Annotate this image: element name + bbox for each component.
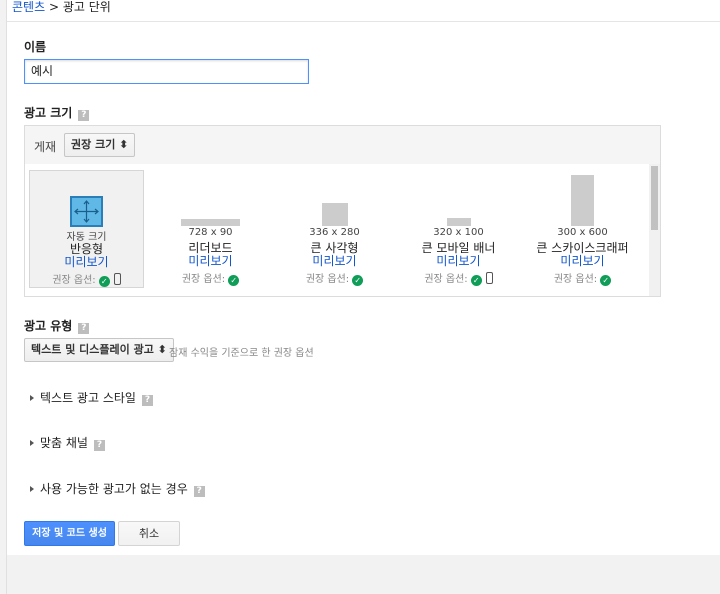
size-option-large-mobile-banner[interactable]: 320 x 100 큰 모바일 배너 미리보기 권장 옵션: ✓: [401, 170, 516, 288]
header-divider: [7, 21, 720, 22]
responsive-resize-icon: [70, 196, 103, 227]
recommended-row: 권장 옵션: ✓: [30, 271, 143, 287]
recommended-label: 권장 옵션:: [181, 274, 226, 285]
ad-type-hint: 잠재 수익을 기준으로 한 권장 옵션: [169, 348, 314, 359]
size-shape-leaderboard: [181, 219, 240, 226]
ad-type-label-text: 광고 유형: [24, 319, 73, 333]
preview-link[interactable]: 미리보기: [401, 252, 516, 269]
recommended-label: 권장 옵션:: [305, 274, 350, 285]
check-icon: ✓: [98, 276, 110, 287]
recommended-row: 권장 옵션: ✓: [525, 270, 640, 286]
ad-type-label: 광고 유형?: [24, 317, 90, 334]
no-ads-fallback-toggle[interactable]: 사용 가능한 광고가 없는 경우?: [30, 480, 205, 497]
custom-channel-toggle[interactable]: 맞춤 채널?: [30, 434, 105, 451]
help-icon[interactable]: ?: [193, 486, 205, 497]
cancel-button[interactable]: 취소: [118, 521, 180, 546]
check-icon: ✓: [228, 275, 240, 286]
size-shape-large-mobile-banner: [447, 218, 471, 226]
help-icon[interactable]: ?: [78, 110, 90, 121]
breadcrumb: 콘텐츠 > 광고 단위: [12, 0, 111, 14]
recommended-row: 권장 옵션: ✓: [401, 270, 516, 286]
check-icon: ✓: [600, 275, 612, 286]
breadcrumb-parent-link[interactable]: 콘텐츠: [12, 0, 45, 14]
size-shape-large-rectangle: [322, 203, 348, 226]
size-filter-select[interactable]: 권장 크기 ⬍: [64, 133, 136, 157]
name-input[interactable]: 예시: [24, 59, 309, 84]
ad-size-options: 자동 크기 반응형 미리보기 권장 옵션: ✓ 728 x 90 리더보드 미리보…: [25, 164, 660, 296]
preview-link[interactable]: 미리보기: [153, 252, 268, 269]
size-option-responsive[interactable]: 자동 크기 반응형 미리보기 권장 옵션: ✓: [29, 170, 144, 288]
size-dims: 336 x 280: [309, 227, 360, 238]
size-shape-large-skyscraper: [571, 175, 594, 226]
help-icon[interactable]: ?: [78, 323, 90, 334]
size-option-leaderboard[interactable]: 728 x 90 리더보드 미리보기 권장 옵션: ✓: [153, 170, 268, 288]
preview-link[interactable]: 미리보기: [277, 252, 392, 269]
check-icon: ✓: [352, 275, 364, 286]
help-icon[interactable]: ?: [93, 440, 105, 451]
mobile-phone-icon: [485, 272, 493, 284]
size-options-scrollbar[interactable]: [649, 164, 660, 296]
preview-link[interactable]: 미리보기: [30, 253, 143, 270]
check-icon: ✓: [470, 275, 482, 286]
recommended-row: 권장 옵션: ✓: [153, 270, 268, 286]
size-dims: 300 x 600: [557, 227, 608, 238]
ad-size-panel: 게재 권장 크기 ⬍ 자동 크기 반응형 미리보기 권장 옵션: ✓ 728 x…: [24, 125, 661, 297]
text-ad-style-toggle[interactable]: 텍스트 광고 스타일?: [30, 389, 153, 406]
expand-triangle-icon: [30, 440, 34, 446]
breadcrumb-current: 광고 단위: [62, 0, 111, 14]
text-ad-style-label: 텍스트 광고 스타일: [40, 391, 136, 405]
recommended-label: 권장 옵션:: [52, 275, 96, 286]
expand-triangle-icon: [30, 395, 34, 401]
footer-band: [7, 555, 720, 594]
size-option-large-skyscraper[interactable]: 300 x 600 큰 스카이스크래퍼 미리보기 권장 옵션: ✓: [525, 170, 640, 288]
ad-size-label: 광고 크기?: [24, 104, 90, 121]
custom-channel-label: 맞춤 채널: [40, 436, 88, 450]
expand-triangle-icon: [30, 486, 34, 492]
recommended-row: 권장 옵션: ✓: [277, 270, 392, 286]
name-label: 이름: [24, 40, 47, 54]
ad-size-panel-header: 게재 권장 크기 ⬍: [25, 126, 660, 164]
recommended-label: 권장 옵션:: [553, 274, 598, 285]
mobile-phone-icon: [113, 273, 121, 285]
save-and-get-code-button[interactable]: 저장 및 코드 생성: [24, 521, 115, 546]
preview-link[interactable]: 미리보기: [525, 252, 640, 269]
scrollbar-thumb[interactable]: [651, 166, 658, 230]
ad-type-select[interactable]: 텍스트 및 디스플레이 광고 ⬍: [24, 338, 174, 362]
size-dims: 320 x 100: [433, 227, 484, 238]
size-dims: 728 x 90: [188, 227, 233, 238]
no-ads-fallback-label: 사용 가능한 광고가 없는 경우: [40, 482, 188, 496]
breadcrumb-separator: >: [45, 0, 63, 14]
placement-label: 게재: [34, 140, 57, 154]
help-icon[interactable]: ?: [141, 395, 153, 406]
ad-size-label-text: 광고 크기: [24, 106, 73, 120]
left-edge: [0, 0, 7, 594]
size-option-large-rectangle[interactable]: 336 x 280 큰 사각형 미리보기 권장 옵션: ✓: [277, 170, 392, 288]
recommended-label: 권장 옵션:: [424, 274, 468, 285]
